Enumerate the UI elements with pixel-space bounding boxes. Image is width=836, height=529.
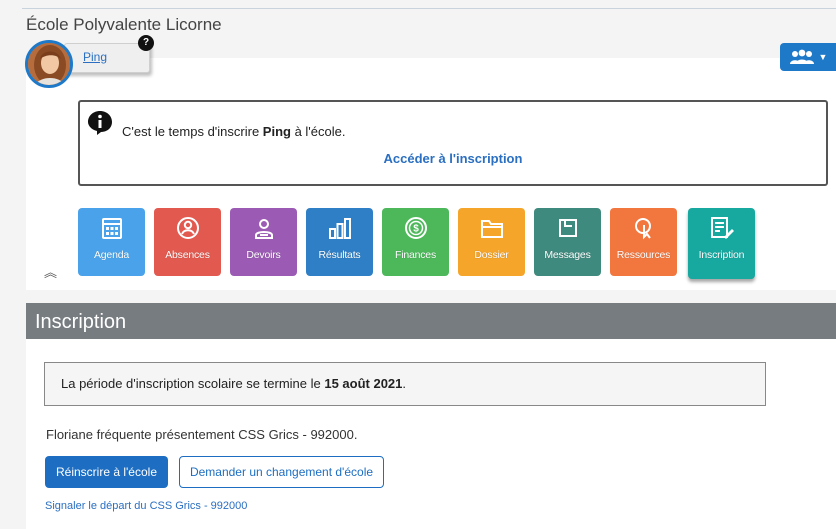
access-registration-link[interactable]: Accéder à l'inscription bbox=[80, 151, 826, 166]
form-edit-icon bbox=[710, 217, 734, 239]
chevron-down-icon: ▼ bbox=[818, 52, 828, 62]
period-notice: La période d'inscription scolaire se ter… bbox=[44, 362, 766, 406]
resource-icon bbox=[634, 218, 651, 240]
registration-notice: C'est le temps d'inscrire Ping à l'école… bbox=[78, 100, 828, 186]
tile-label: Finances bbox=[394, 249, 436, 261]
tile-resultats[interactable]: Résultats bbox=[306, 208, 373, 276]
tile-label: Devoirs bbox=[246, 249, 281, 261]
svg-text:$: $ bbox=[413, 224, 419, 235]
current-school-text: Floriane fréquente présentement CSS Gric… bbox=[46, 427, 358, 442]
tile-messages[interactable]: Messages bbox=[534, 208, 601, 276]
tile-label: Absences bbox=[165, 249, 210, 261]
person-icon bbox=[176, 217, 199, 239]
notice-text: C'est le temps d'inscrire Ping à l'école… bbox=[122, 124, 346, 139]
student-name-tag[interactable]: Ping bbox=[64, 43, 150, 73]
tile-label: Dossier bbox=[474, 249, 509, 261]
family-switch-button[interactable]: ▼ bbox=[780, 43, 836, 71]
tile-label: Résultats bbox=[318, 249, 361, 261]
student-icon bbox=[254, 219, 273, 239]
section-title-bar: Inscription bbox=[26, 303, 836, 339]
period-date: 15 août 2021 bbox=[324, 376, 403, 391]
calendar-icon bbox=[101, 218, 122, 239]
dollar-icon: $ bbox=[404, 217, 427, 239]
folder-icon bbox=[480, 220, 503, 238]
tile-absences[interactable]: Absences bbox=[154, 208, 221, 276]
collapse-chevron-icon[interactable]: ︽ bbox=[44, 266, 57, 279]
info-icon bbox=[88, 111, 112, 135]
message-icon bbox=[558, 219, 577, 237]
tile-finances[interactable]: $ Finances bbox=[382, 208, 449, 276]
page: École Polyvalente Licorne Ping ? ▼ C'est… bbox=[0, 0, 836, 529]
tile-ressources[interactable]: Ressources bbox=[610, 208, 677, 276]
top-divider bbox=[22, 8, 836, 9]
report-departure-link[interactable]: Signaler le départ du CSS Grics - 992000 bbox=[45, 500, 247, 512]
tile-dossier[interactable]: Dossier bbox=[458, 208, 525, 276]
tile-inscription[interactable]: Inscription bbox=[688, 208, 755, 279]
student-avatar[interactable] bbox=[25, 40, 73, 88]
reinscribe-button[interactable]: Réinscrire à l'école bbox=[45, 456, 168, 488]
tile-agenda[interactable]: Agenda bbox=[78, 208, 145, 276]
student-name-link[interactable]: Ping bbox=[83, 50, 107, 64]
bar-chart-icon bbox=[328, 218, 351, 239]
tile-devoirs[interactable]: Devoirs bbox=[230, 208, 297, 276]
help-badge[interactable]: ? bbox=[138, 35, 154, 51]
tile-label: Inscription bbox=[698, 249, 745, 261]
tile-label: Messages bbox=[544, 249, 591, 261]
tile-label: Ressources bbox=[616, 249, 671, 261]
notice-student-name: Ping bbox=[262, 124, 291, 139]
tile-label: Agenda bbox=[93, 249, 129, 261]
users-icon bbox=[789, 49, 814, 64]
school-title: École Polyvalente Licorne bbox=[26, 15, 222, 34]
change-school-button[interactable]: Demander un changement d'école bbox=[179, 456, 384, 488]
